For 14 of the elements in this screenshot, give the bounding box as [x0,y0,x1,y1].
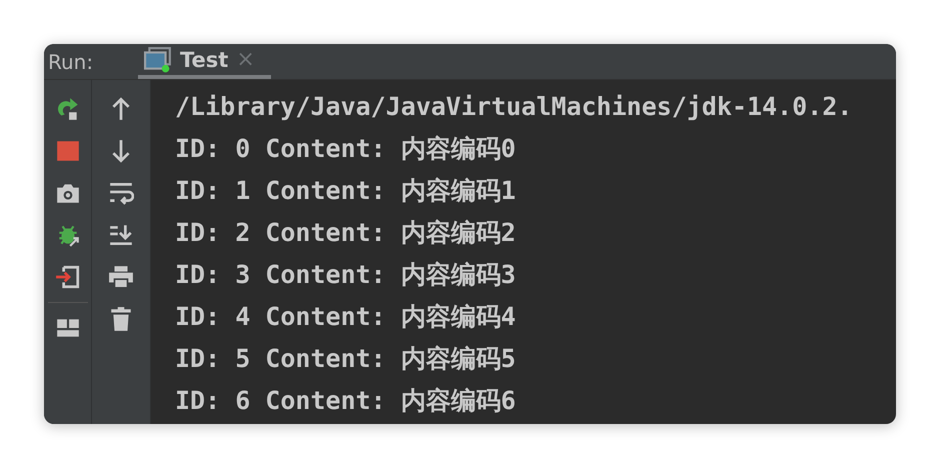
console-line: ID: 1 Content: 内容编码1 [175,175,516,207]
console-line: /Library/Java/JavaVirtualMachines/jdk-14.0.2. [175,91,852,123]
console-line: ID: 3 Content: 内容编码3 [175,259,516,291]
console-line: ID: 2 Content: 内容编码2 [175,217,516,249]
print-icon[interactable] [108,264,134,290]
soft-wrap-icon[interactable] [108,180,134,206]
console-line: ID: 4 Content: 内容编码4 [175,301,516,333]
console-line: ID: 6 Content: 内容编码6 [175,385,516,417]
run-label: Run: [47,50,94,74]
exit-icon[interactable] [54,264,80,290]
console-icon [144,46,172,72]
console-tab[interactable]: Test × [138,44,271,79]
console-line: ID: 5 Content: 内容编码5 [175,343,516,375]
console-line: ID: 0 Content: 内容编码0 [175,133,516,165]
